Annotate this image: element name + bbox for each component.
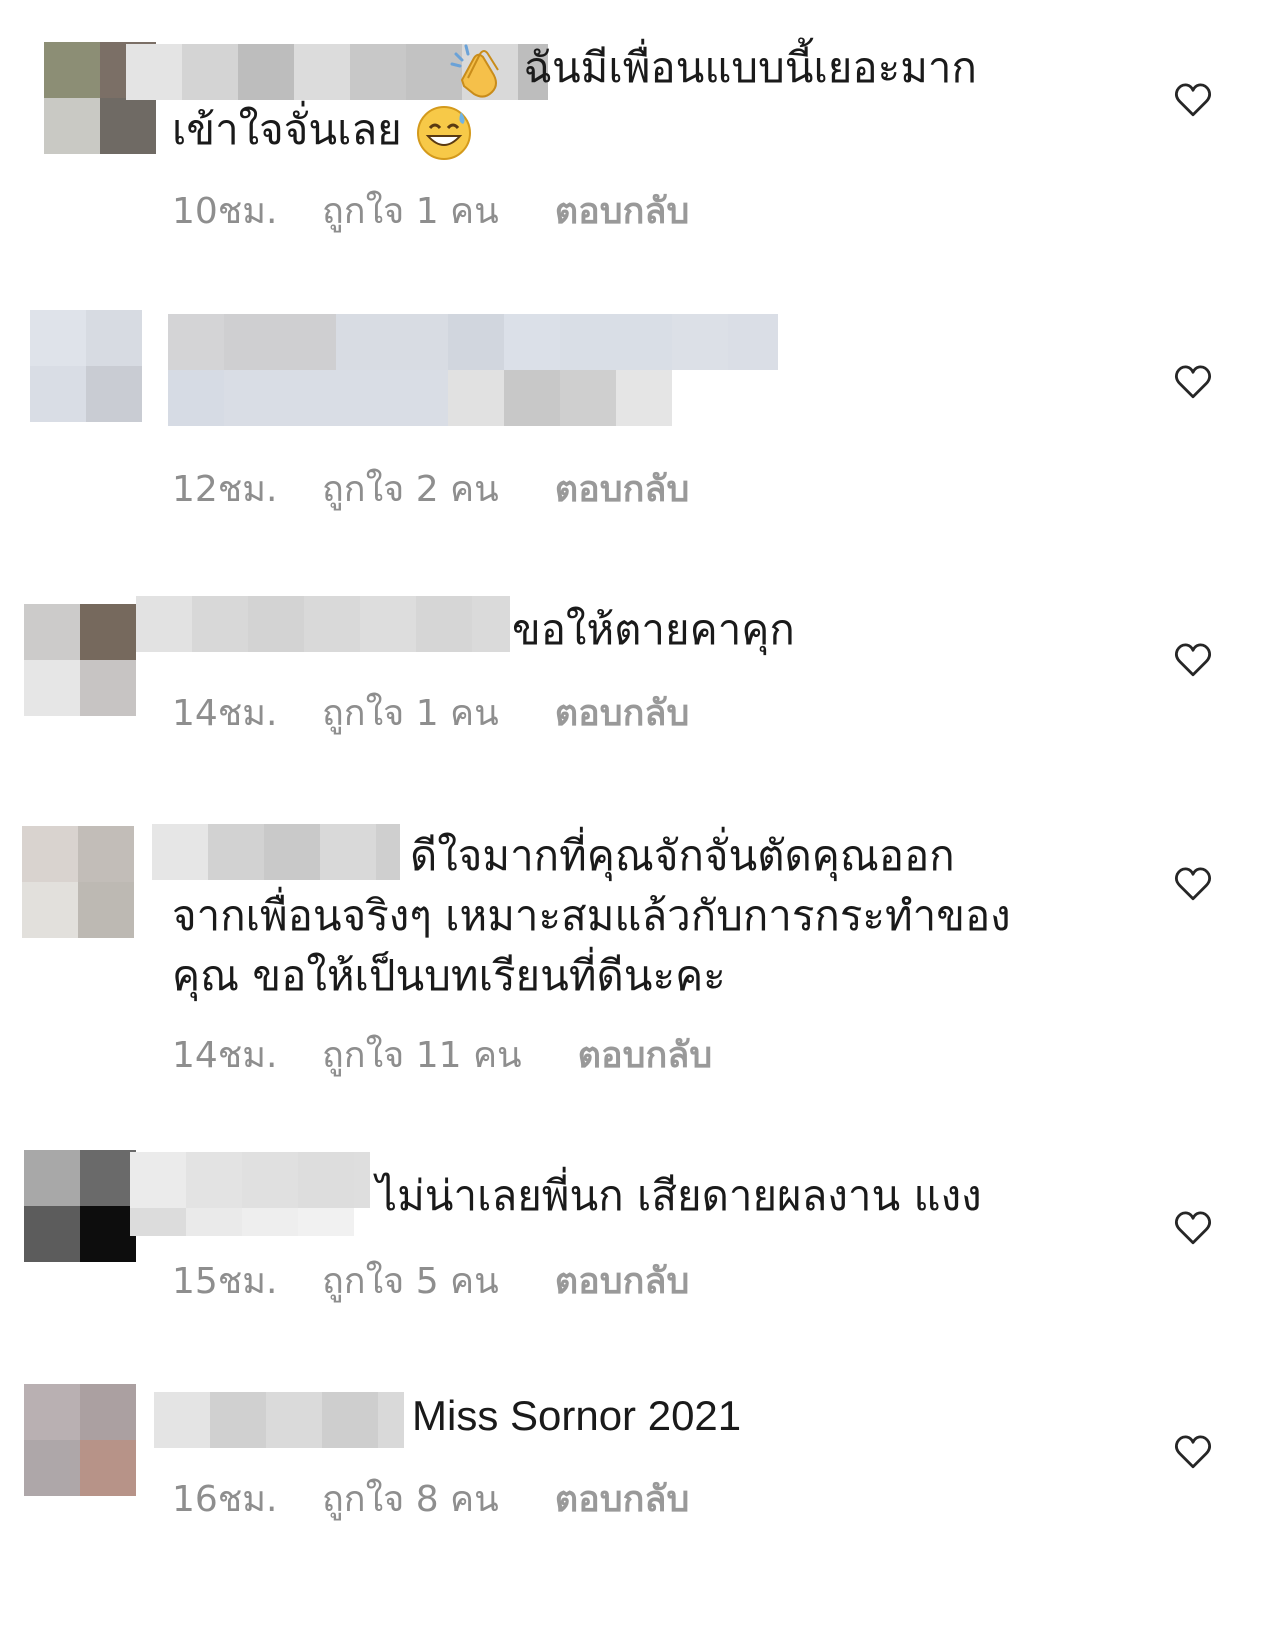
comment-time: 14ชม. xyxy=(172,693,278,734)
comment-text-line: ฉันมีเพื่อนแบบนี้เยอะมาก xyxy=(523,43,977,92)
heart-icon[interactable] xyxy=(1172,360,1214,402)
comment-time: 10ชม. xyxy=(172,191,278,232)
comment-meta: 12ชม. ถูกใจ 2 คน ตอบกลับ xyxy=(172,460,689,517)
comment-likes[interactable]: ถูกใจ 11 คน xyxy=(322,1026,522,1083)
clapping-hands-icon xyxy=(450,44,499,98)
comment-text-line: เข้าใจจั่นเลย xyxy=(172,105,402,154)
username-blurred[interactable] xyxy=(154,1392,404,1448)
comment-time: 12ชม. xyxy=(172,469,278,510)
comment-text: ดีใจมากที่คุณจักจั่นตัดคุณออก xyxy=(410,831,955,880)
avatar[interactable] xyxy=(24,1384,136,1496)
heart-icon[interactable] xyxy=(1172,1430,1214,1472)
comment-likes[interactable]: ถูกใจ 1 คน xyxy=(322,182,499,239)
comment-meta: 10ชม. ถูกใจ 1 คน ตอบกลับ xyxy=(172,182,689,239)
heart-icon[interactable] xyxy=(1172,862,1214,904)
comment-text: ไม่น่าเลยพี่นก เสียดายผลงาน แงง xyxy=(376,1171,982,1220)
comment-meta: 14ชม. ถูกใจ 1 คน ตอบกลับ xyxy=(172,684,689,741)
heart-icon[interactable] xyxy=(1172,638,1214,680)
comment-meta: 15ชม. ถูกใจ 5 คน ตอบกลับ xyxy=(172,1252,689,1309)
comment-text: ฉันมีเพื่อนแบบนี้เยอะมาก xyxy=(448,38,977,102)
comment-likes[interactable]: ถูกใจ 1 คน xyxy=(322,684,499,741)
username-blurred[interactable] xyxy=(136,596,510,652)
avatar[interactable] xyxy=(30,310,142,422)
comment-text: คุณ ขอให้เป็นบทเรียนที่ดีนะคะ xyxy=(172,951,726,1000)
reply-button[interactable]: ตอบกลับ xyxy=(555,460,690,517)
username-blurred[interactable] xyxy=(168,314,778,426)
comment-meta: 16ชม. ถูกใจ 8 คน ตอบกลับ xyxy=(172,1470,689,1527)
comment-text: จากเพื่อนจริงๆ เหมาะสมแล้วกับการกระทำของ xyxy=(172,891,1011,940)
avatar[interactable] xyxy=(24,1150,136,1262)
comment-meta: 14ชม. ถูกใจ 11 คน ตอบกลับ xyxy=(172,1026,712,1083)
heart-icon[interactable] xyxy=(1172,1206,1214,1248)
reply-button[interactable]: ตอบกลับ xyxy=(578,1026,713,1083)
comment-time: 14ชม. xyxy=(172,1035,278,1076)
avatar[interactable] xyxy=(22,826,134,938)
comment-likes[interactable]: ถูกใจ 5 คน xyxy=(322,1252,499,1309)
reply-button[interactable]: ตอบกลับ xyxy=(555,684,690,741)
reply-button[interactable]: ตอบกลับ xyxy=(555,182,690,239)
username-blurred[interactable] xyxy=(152,824,400,880)
reply-button[interactable]: ตอบกลับ xyxy=(555,1470,690,1527)
comment-text: Miss Sornor 2021 xyxy=(412,1392,742,1439)
comment-text-line-2: เข้าใจจั่นเลย xyxy=(172,100,473,162)
comment-likes[interactable]: ถูกใจ 8 คน xyxy=(322,1470,499,1527)
comment-time: 15ชม. xyxy=(172,1261,278,1302)
grinning-sweat-icon xyxy=(417,105,472,160)
reply-button[interactable]: ตอบกลับ xyxy=(555,1252,690,1309)
avatar[interactable] xyxy=(24,604,136,716)
comment-time: 16ชม. xyxy=(172,1479,278,1520)
comment-likes[interactable]: ถูกใจ 2 คน xyxy=(322,460,499,517)
heart-icon[interactable] xyxy=(1172,78,1214,120)
username-blurred[interactable] xyxy=(130,1152,370,1236)
comment-text: ขอให้ตายคาคุก xyxy=(512,605,795,654)
